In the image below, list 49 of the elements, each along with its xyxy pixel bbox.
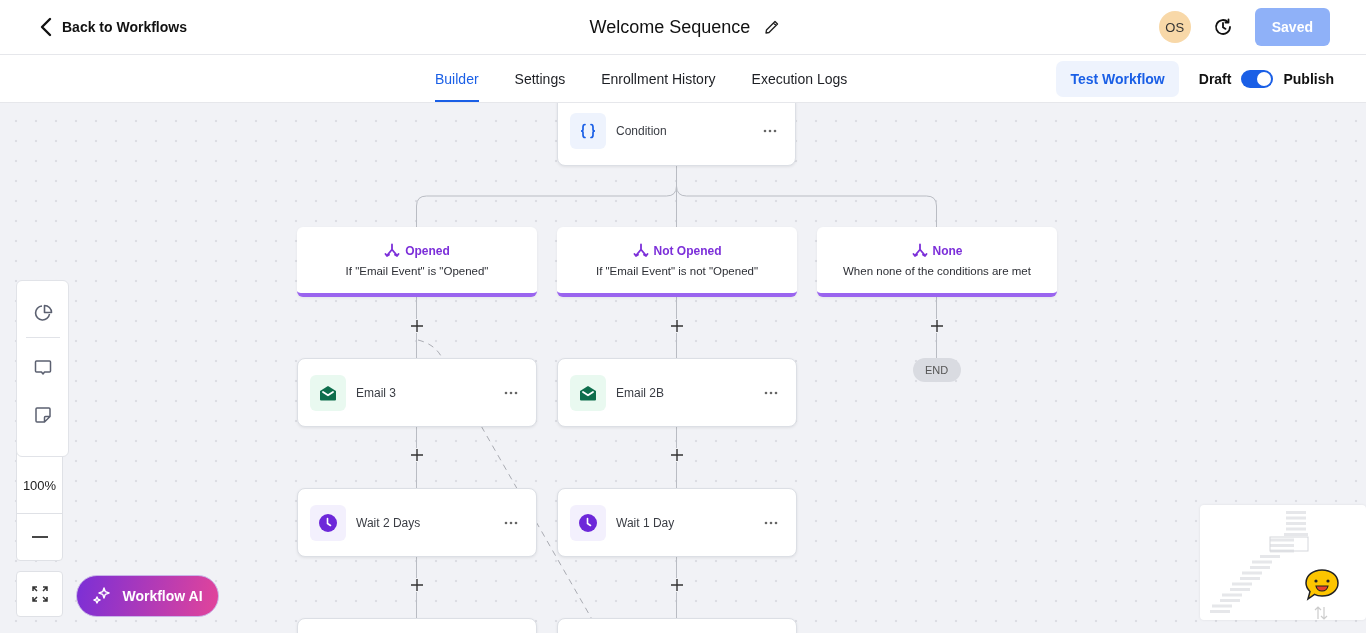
comment-icon[interactable] — [32, 358, 53, 378]
history-icon[interactable] — [1212, 17, 1233, 37]
wait-step-node[interactable]: Wait 2 Days — [297, 488, 537, 557]
publish-label: Publish — [1283, 70, 1334, 87]
pie-chart-icon[interactable] — [32, 303, 53, 323]
branch-condition-text: When none of the conditions are met — [843, 265, 1031, 277]
zoom-level: 100% — [17, 457, 62, 514]
clock-icon — [570, 504, 606, 541]
tab[interactable]: Settings — [514, 55, 566, 102]
chat-bubble-icon[interactable] — [1304, 568, 1340, 601]
branch-label: None — [932, 244, 963, 258]
more-icon[interactable] — [764, 390, 778, 395]
branch-card[interactable]: None When none of the conditions are met — [817, 227, 1057, 297]
email-icon — [310, 374, 346, 411]
more-icon[interactable] — [504, 520, 518, 525]
user-avatar: OS — [1158, 11, 1191, 43]
sticky-note-icon[interactable] — [33, 406, 52, 424]
more-icon[interactable] — [764, 520, 778, 525]
email-icon — [570, 374, 606, 411]
wait-step-node[interactable]: Wait 1 Day — [557, 488, 797, 557]
email-step-node[interactable]: Email 2B — [557, 358, 797, 427]
braces-icon — [570, 112, 606, 149]
workflow-ai-button[interactable]: Workflow AI — [76, 575, 219, 617]
branch-icon — [384, 243, 401, 259]
branch-label: Opened — [405, 244, 450, 258]
branch-icon — [632, 243, 649, 259]
branch-condition-text: If "Email Event" is not "Opened" — [595, 265, 759, 277]
branch-card[interactable]: Opened If "Email Event" is "Opened" — [297, 227, 537, 297]
branch-label: Not Opened — [653, 244, 722, 258]
publish-toggle[interactable] — [1241, 69, 1274, 88]
email-step-node[interactable]: Email 3 — [297, 358, 537, 427]
branch-card[interactable]: Not Opened If "Email Event" is not "Opened" — [557, 227, 797, 297]
expand-icon — [30, 585, 49, 603]
more-icon[interactable] — [504, 390, 518, 395]
branch-icon — [911, 243, 928, 259]
pencil-icon[interactable] — [764, 19, 781, 35]
draft-label: Draft — [1198, 70, 1232, 87]
more-icon[interactable] — [763, 128, 777, 133]
tab[interactable]: Execution Logs — [751, 55, 848, 102]
chevron-left-icon — [40, 17, 52, 37]
clock-icon — [310, 504, 346, 541]
branch-condition-text: If "Email Event" is "Opened" — [345, 265, 489, 277]
back-link[interactable]: Back to Workflows — [40, 17, 187, 37]
end-marker: END — [912, 358, 961, 382]
workflow-title: Welcome Sequence — [589, 16, 751, 38]
tab[interactable]: Enrollment History — [601, 55, 716, 102]
fit-view-button[interactable] — [16, 571, 63, 617]
condition-node[interactable]: Condition — [557, 103, 796, 166]
test-workflow-button[interactable]: Test Workflow — [1056, 60, 1179, 97]
